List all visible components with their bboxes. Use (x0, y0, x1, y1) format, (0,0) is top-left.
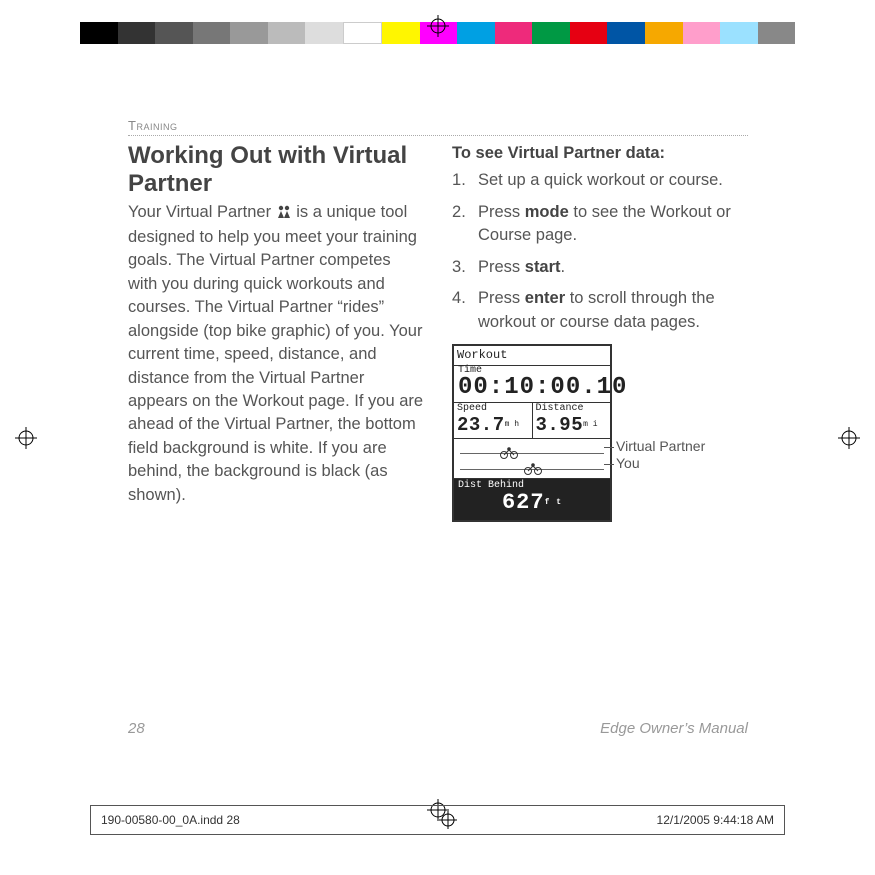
body-paragraph: Your Virtual Partner is a unique tool de… (128, 201, 424, 507)
dist-behind-value: 627 (502, 490, 545, 515)
left-column: Working Out with Virtual Partner Your Vi… (128, 142, 424, 522)
step-item: Press mode to see the Workout or Course … (452, 201, 748, 248)
track-graphic (454, 439, 610, 479)
speed-value: 23.7 (457, 414, 505, 436)
page-content: Training Working Out with Virtual Partne… (128, 118, 748, 522)
device-title: Workout (454, 346, 610, 366)
device-screenshot: Workout Time 00:10:00.10 Speed 23.7m h D… (452, 344, 612, 522)
virtual-partner-icon (276, 203, 292, 226)
page-footer: 28 Edge Owner’s Manual (128, 720, 748, 737)
callout-vp: Virtual Partner (616, 438, 705, 455)
cyclist-vp-icon (500, 443, 518, 466)
registration-mark-icon (427, 15, 449, 37)
step-item: Press enter to scroll through the workou… (452, 287, 748, 334)
step-item: Press start. (452, 256, 748, 279)
cyclist-you-icon (524, 459, 542, 482)
print-slug: 190-00580-00_0A.indd 28 12/1/2005 9:44:1… (90, 805, 785, 835)
registration-mark-icon (439, 811, 457, 829)
page-heading: Working Out with Virtual Partner (128, 142, 424, 199)
page-number: 28 (128, 720, 145, 737)
speed-label: Speed (457, 404, 529, 414)
manual-title: Edge Owner’s Manual (600, 720, 748, 737)
section-label: Training (128, 118, 748, 136)
callout-labels: Virtual Partner You (616, 438, 705, 472)
distance-label: Distance (536, 404, 608, 414)
distance-value: 3.95 (536, 414, 584, 436)
registration-mark-icon (15, 427, 37, 449)
time-value: 00:10:00.10 (458, 376, 606, 400)
steps-heading: To see Virtual Partner data: (452, 142, 748, 165)
slug-file: 190-00580-00_0A.indd 28 (101, 813, 240, 827)
steps-list: Set up a quick workout or course. Press … (452, 169, 748, 334)
registration-mark-icon (838, 427, 860, 449)
step-item: Set up a quick workout or course. (452, 169, 748, 192)
callout-you: You (616, 455, 705, 472)
right-column: To see Virtual Partner data: Set up a qu… (452, 142, 748, 522)
slug-timestamp: 12/1/2005 9:44:18 AM (657, 813, 774, 827)
